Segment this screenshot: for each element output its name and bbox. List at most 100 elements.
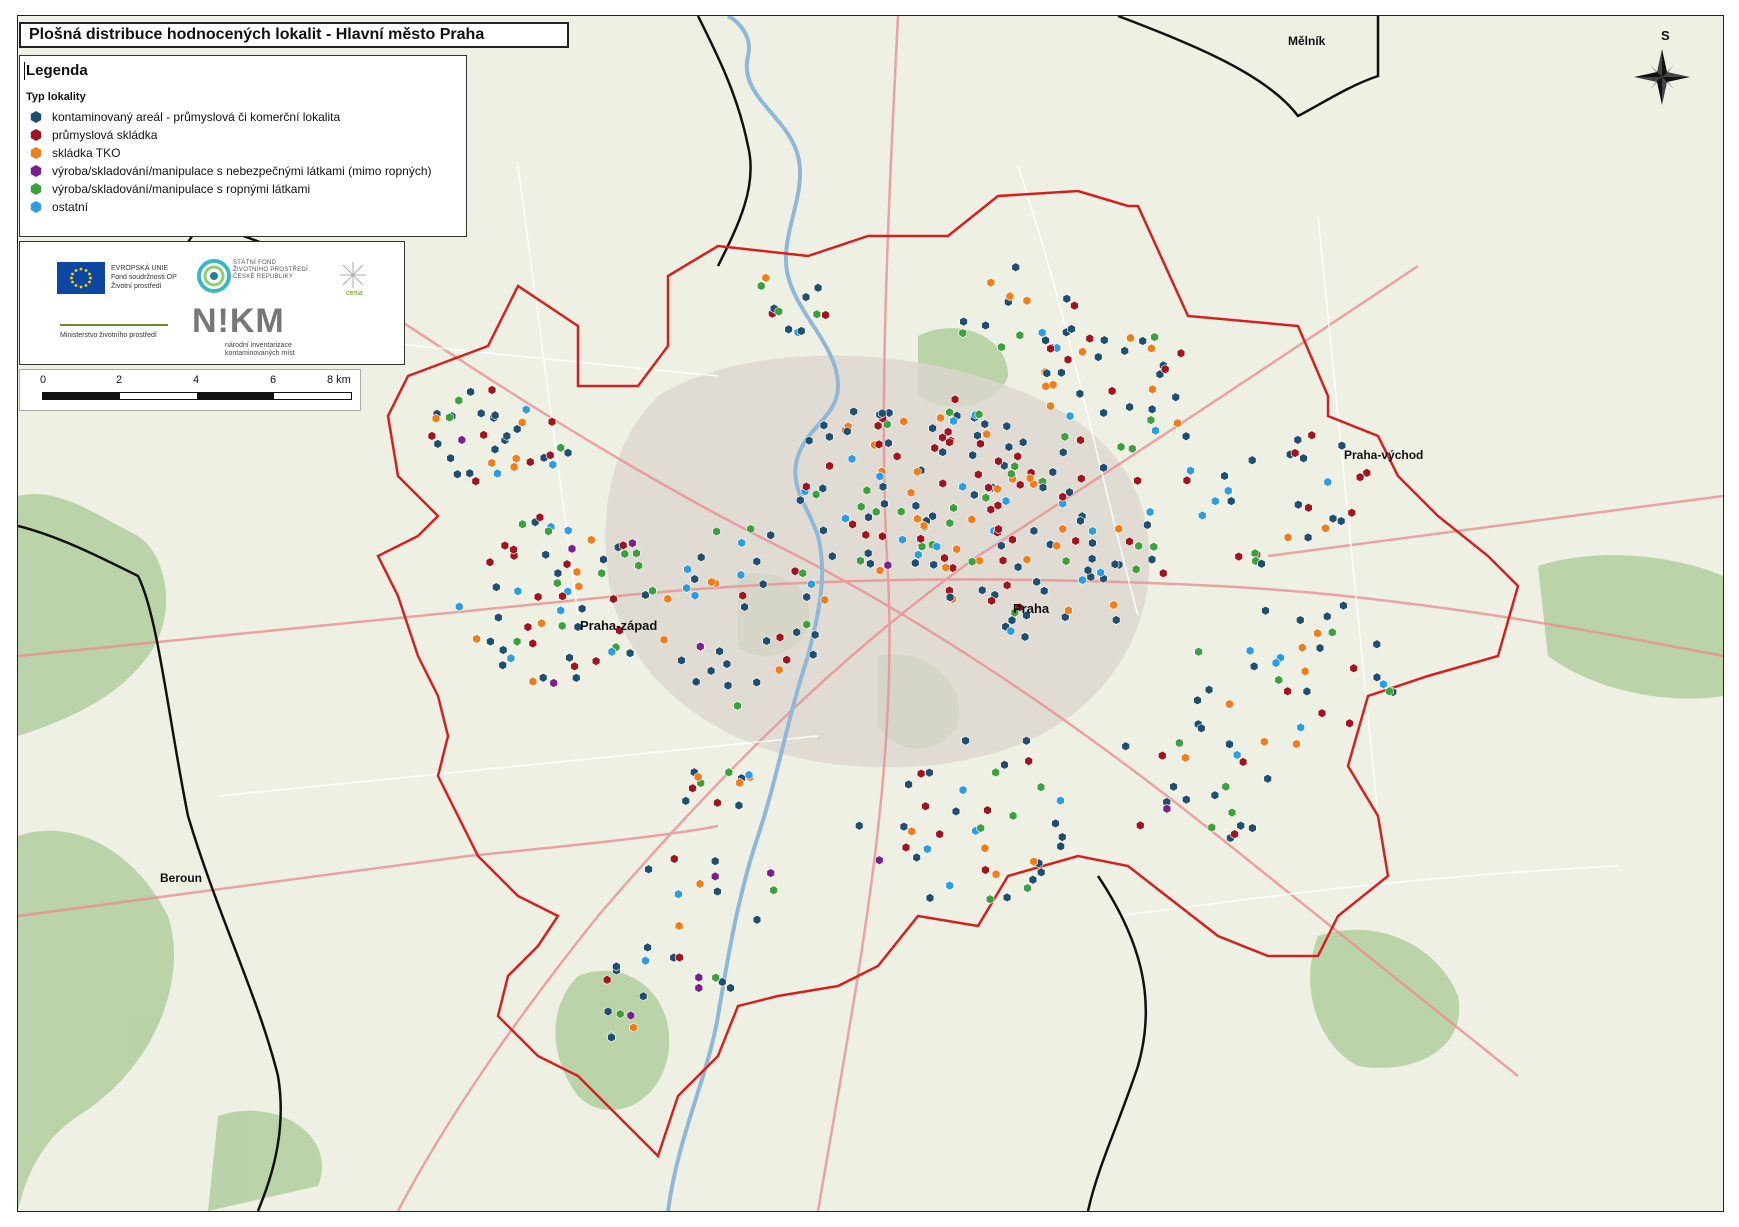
nikm-subtitle: národní inventarizace kontaminovaných mí… (225, 342, 295, 357)
locality-marker (1138, 336, 1147, 346)
locality-marker (898, 534, 907, 545)
locality-marker (975, 555, 984, 566)
locality-marker (431, 413, 441, 424)
scale-label-8: 8 km (327, 374, 351, 386)
locality-marker (784, 324, 793, 335)
locality-marker (828, 551, 837, 562)
locality-marker (981, 865, 990, 875)
locality-marker (998, 555, 1008, 566)
locality-marker (1002, 892, 1012, 903)
locality-marker (556, 605, 565, 616)
locality-marker (521, 404, 531, 415)
locality-marker (1239, 757, 1248, 767)
locality-marker (991, 767, 1000, 778)
locality-marker (1002, 580, 1012, 591)
locality-marker (523, 622, 533, 632)
scale-bar: 0 2 4 6 8 km (19, 369, 361, 411)
legend-item-label: průmyslová skládka (52, 128, 158, 142)
locality-marker (1150, 332, 1159, 342)
locality-marker (1023, 883, 1032, 893)
locality-marker (1136, 820, 1145, 831)
locality-marker (740, 602, 749, 612)
locality-marker (696, 552, 706, 563)
locality-marker (659, 634, 669, 645)
locality-marker (761, 273, 770, 283)
locality-marker (1058, 524, 1067, 534)
locality-marker (936, 413, 945, 423)
locality-marker (511, 453, 521, 464)
locality-marker (970, 490, 979, 500)
locality-marker (1078, 575, 1087, 585)
scale-label-4: 4 (193, 374, 200, 386)
locality-marker (948, 563, 958, 573)
locality-marker (810, 629, 820, 640)
cenia-text: cenia (346, 290, 363, 297)
locality-marker (849, 406, 858, 417)
locality-marker (1236, 820, 1245, 831)
locality-marker (1248, 455, 1257, 466)
locality-marker (1007, 468, 1016, 479)
locality-marker (1059, 447, 1068, 458)
legend-item-municipal-landfill: skládka TKO (30, 145, 120, 161)
locality-marker (1227, 496, 1236, 506)
locality-marker (512, 636, 522, 647)
locality-marker (612, 961, 621, 972)
locality-marker (1020, 632, 1030, 642)
locality-marker (735, 777, 744, 788)
locality-marker (615, 1009, 625, 1019)
locality-marker (1210, 790, 1220, 801)
scale-label-2: 2 (116, 374, 123, 386)
locality-marker (808, 649, 818, 660)
locality-marker (455, 601, 464, 612)
locality-marker (563, 525, 573, 536)
locality-marker (1022, 554, 1032, 565)
hexagon-icon (30, 165, 42, 177)
locality-marker (912, 852, 921, 863)
locality-marker (1011, 262, 1020, 273)
locality-marker (1067, 324, 1076, 334)
locality-marker (1198, 510, 1207, 521)
locality-marker (726, 983, 735, 993)
locality-marker (1046, 401, 1055, 411)
locality-marker (1328, 513, 1338, 524)
locality-marker (1349, 663, 1358, 674)
locality-marker (1296, 722, 1305, 733)
locality-marker (796, 495, 805, 506)
locality-marker (1015, 330, 1025, 341)
locality-marker (1039, 586, 1049, 596)
locality-marker (674, 889, 683, 900)
locality-marker (1083, 565, 1093, 576)
locality-marker (1220, 471, 1229, 481)
locality-marker (1002, 421, 1012, 432)
locality-marker (938, 478, 948, 489)
locality-marker (694, 983, 704, 993)
locality-marker (548, 459, 558, 470)
locality-marker (875, 565, 885, 576)
locality-marker (982, 429, 991, 440)
locality-marker (1211, 496, 1220, 506)
locality-marker (981, 492, 991, 503)
locality-marker (863, 548, 873, 559)
mzp-text: Ministerstvo životního prostředí (60, 332, 157, 339)
locality-marker (959, 316, 968, 327)
locality-marker (1005, 291, 1015, 302)
locality-marker (802, 619, 811, 630)
locality-marker (928, 423, 937, 434)
locality-marker (967, 556, 977, 567)
locality-marker (1307, 430, 1316, 441)
locality-marker (715, 646, 724, 657)
locality-marker (883, 560, 893, 571)
locality-marker (1339, 600, 1348, 611)
locality-marker (1169, 781, 1178, 792)
locality-marker (938, 432, 947, 443)
locality-marker (1176, 348, 1186, 359)
locality-marker (710, 871, 720, 882)
locality-marker (683, 564, 692, 575)
locality-marker (572, 673, 581, 683)
locality-marker (1125, 402, 1134, 412)
locality-marker (1328, 627, 1337, 638)
locality-marker (1048, 467, 1057, 477)
locality-marker (818, 483, 828, 494)
locality-marker (976, 823, 985, 833)
locality-marker (950, 394, 960, 405)
